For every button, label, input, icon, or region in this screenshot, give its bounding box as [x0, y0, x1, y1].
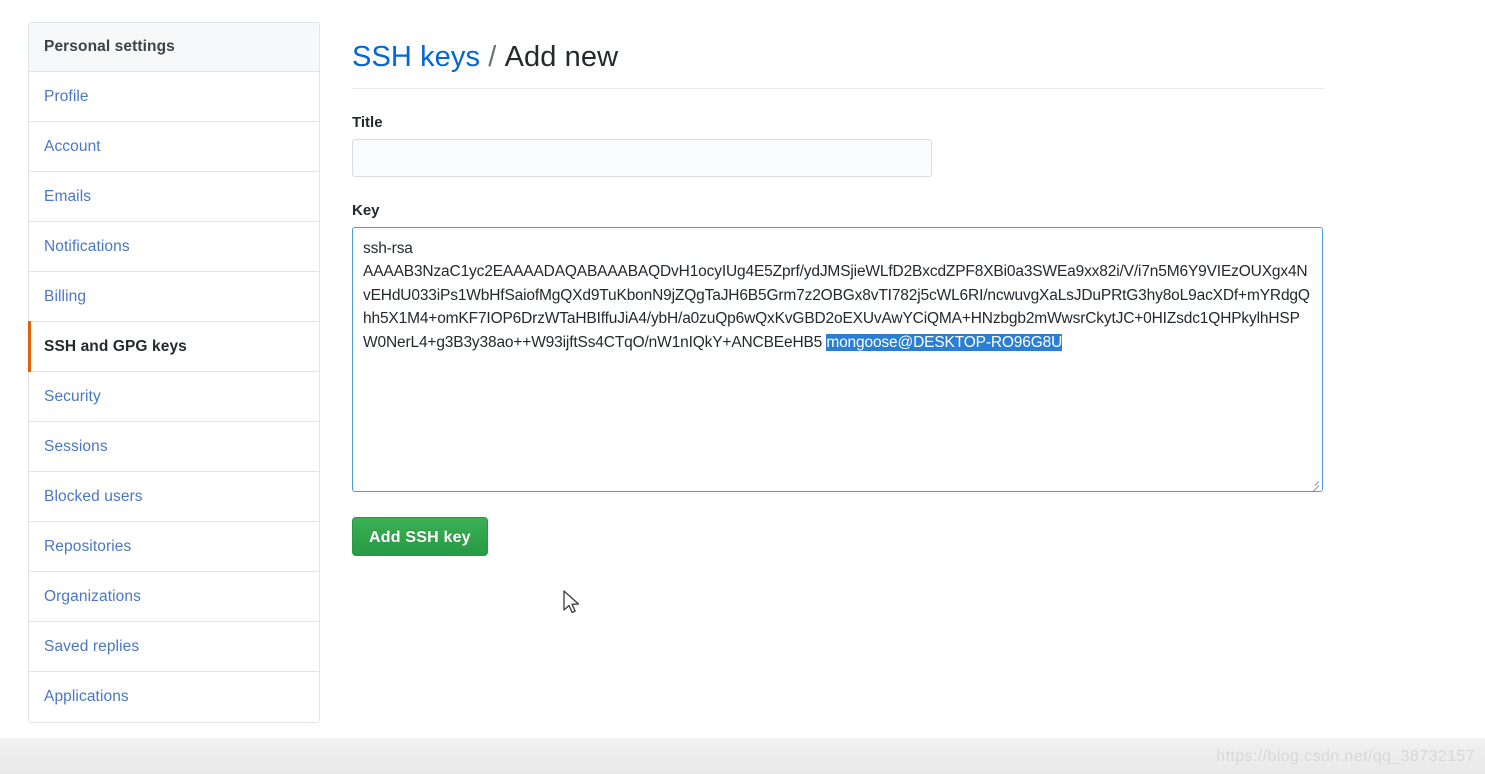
page-title: SSH keys / Add new	[352, 41, 1325, 89]
sidebar-item-sessions[interactable]: Sessions	[29, 422, 319, 472]
sidebar-item-billing[interactable]: Billing	[29, 272, 319, 322]
breadcrumb-separator: /	[480, 41, 505, 74]
sidebar-header: Personal settings	[29, 23, 319, 72]
sidebar-item-label: Applications	[44, 688, 129, 705]
key-textarea[interactable]: ssh-rsa AAAAB3NzaC1yc2EAAAADAQABAAABAQDv…	[352, 226, 1323, 492]
add-ssh-key-button[interactable]: Add SSH key	[352, 516, 488, 556]
left-gutter	[0, 0, 28, 774]
title-input[interactable]	[352, 138, 932, 177]
sidebar-item-label: Sessions	[44, 437, 108, 455]
breadcrumb-current: Add new	[504, 41, 619, 74]
sidebar-item-applications[interactable]: Applications	[29, 672, 319, 722]
title-field-label: Title	[352, 113, 383, 131]
sidebar-item-label: Saved replies	[44, 637, 140, 655]
sidebar-item-label: Blocked users	[44, 487, 143, 505]
key-textarea-content: ssh-rsa AAAAB3NzaC1yc2EAAAADAQABAAABAQDv…	[363, 237, 1312, 355]
key-text-selection: mongoose@DESKTOP-RO96G8U	[826, 333, 1063, 351]
sidebar-item-label: Security	[44, 387, 101, 405]
sidebar-item-label: Account	[44, 137, 101, 155]
sidebar-item-label: Notifications	[44, 237, 130, 255]
sidebar-item-repositories[interactable]: Repositories	[29, 522, 319, 572]
main-content: SSH keys / Add new Title Key ssh-rsa AAA…	[352, 22, 1325, 556]
mouse-cursor-icon	[563, 590, 583, 618]
key-field-label: Key	[352, 201, 380, 219]
sidebar-item-account[interactable]: Account	[29, 122, 319, 172]
sidebar-item-blocked-users[interactable]: Blocked users	[29, 472, 319, 522]
watermark: https://blog.csdn.net/qq_38732157	[1216, 748, 1475, 765]
sidebar-item-emails[interactable]: Emails	[29, 172, 319, 222]
breadcrumb-ssh-keys-link[interactable]: SSH keys	[352, 41, 480, 73]
page-root: Personal settings Profile Account Emails…	[0, 0, 1485, 774]
sidebar-item-profile[interactable]: Profile	[29, 72, 319, 122]
sidebar-item-label: Profile	[44, 87, 89, 105]
sidebar-item-security[interactable]: Security	[29, 372, 319, 422]
sidebar-item-notifications[interactable]: Notifications	[29, 222, 319, 272]
sidebar-item-organizations[interactable]: Organizations	[29, 572, 319, 622]
sidebar-item-label: Repositories	[44, 537, 132, 555]
sidebar-item-label: Organizations	[44, 587, 141, 605]
sidebar-item-saved-replies[interactable]: Saved replies	[29, 622, 319, 672]
sidebar-item-label: SSH and GPG keys	[44, 337, 187, 355]
personal-settings-sidebar: Personal settings Profile Account Emails…	[28, 22, 320, 723]
sidebar-item-label: Billing	[44, 287, 87, 305]
sidebar-item-ssh-and-gpg-keys[interactable]: SSH and GPG keys	[28, 321, 319, 372]
textarea-resize-handle[interactable]	[1307, 476, 1321, 491]
sidebar-item-label: Emails	[44, 187, 92, 205]
right-white-area	[1327, 0, 1485, 738]
